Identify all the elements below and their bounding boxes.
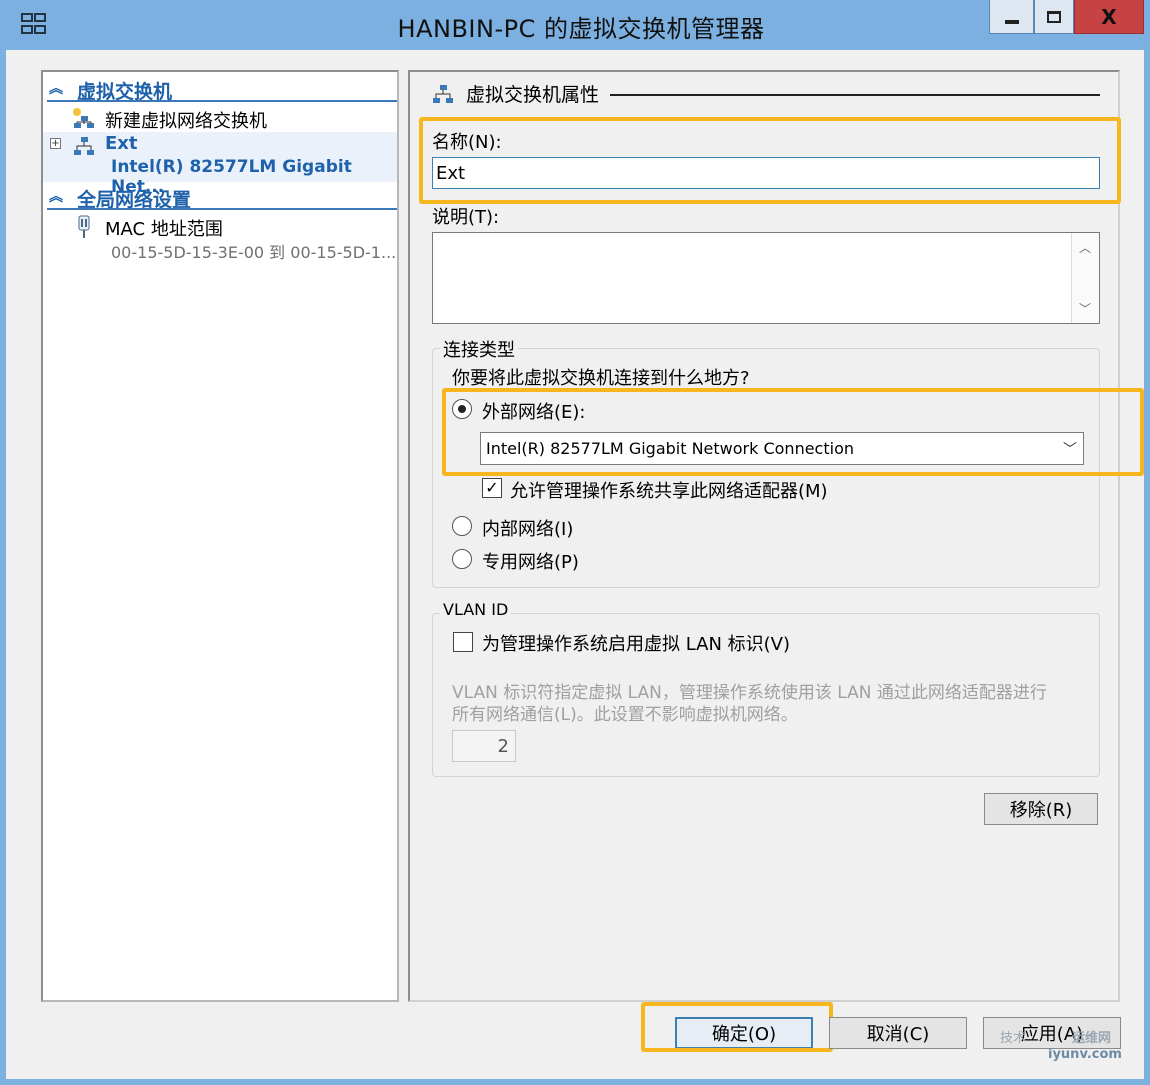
cancel-button[interactable]: 取消(C) [829,1017,967,1049]
connection-question: 你要将此虚拟交换机连接到什么地方? [452,368,750,389]
watermark: 技术 运维网 iyunv.com [1000,1011,1138,1073]
new-switch-icon [73,108,94,128]
external-network-radio[interactable] [452,399,472,419]
allow-management-os-label[interactable]: 允许管理操作系统共享此网络适配器(M) [510,477,828,503]
scroll-down-icon[interactable]: ﹀ [1072,295,1098,321]
tree-item-new-switch[interactable]: 新建虚拟网络交换机 [43,106,397,132]
vlan-id-input[interactable]: 2 [452,730,516,762]
name-input[interactable]: Ext [432,157,1100,189]
mac-range-label: MAC 地址范围 [105,219,223,240]
notes-textarea[interactable]: ︿ ﹀ [432,232,1100,324]
navigation-tree: ︽ 虚拟交换机 新建虚拟网络交换机 + Ext Intel(R) 82577LM… [41,70,399,1002]
name-input-value: Ext [436,163,466,184]
maximize-button[interactable] [1034,0,1074,34]
section-virtual-switches[interactable]: ︽ 虚拟交换机 [47,76,397,103]
section-label: 全局网络设置 [77,189,192,211]
adapter-selected-value: Intel(R) 82577LM Gigabit Network Connect… [486,439,854,458]
section-label: 虚拟交换机 [77,81,173,103]
collapse-chevron-icon[interactable]: ︽ [49,186,63,206]
mac-range-value: 00-15-5D-15-3E-00 到 00-15-5D-1... [111,243,397,262]
watermark-line2: 运维网 [1072,1031,1112,1046]
close-button[interactable]: X [1074,0,1144,34]
tree-item-ext-switch[interactable]: + Ext Intel(R) 82577LM Gigabit Net... [43,132,397,197]
mac-address-icon [78,215,90,238]
private-network-radio[interactable] [452,549,472,569]
connection-type-legend: 连接类型 [440,336,518,362]
notes-scrollbar[interactable]: ︿ ﹀ [1071,233,1099,323]
ext-switch-name: Ext [105,133,138,154]
close-icon: X [1101,4,1117,29]
vlan-id-value: 2 [497,736,509,757]
name-label: 名称(N): [432,132,502,153]
network-switch-icon [433,84,453,103]
group-title-text: 虚拟交换机属性 [466,84,600,106]
ok-button[interactable]: 确定(O) [675,1017,813,1049]
allow-management-os-checkbox[interactable]: ✓ [482,478,502,498]
external-network-label[interactable]: 外部网络(E): [482,398,585,424]
external-adapter-select[interactable]: Intel(R) 82577LM Gigabit Network Connect… [480,432,1084,465]
private-network-label[interactable]: 专用网络(P) [482,548,579,574]
watermark-line1: 技术 [1000,1031,1027,1046]
expand-plus-icon[interactable]: + [50,138,61,149]
enable-vlan-checkbox[interactable] [453,632,473,652]
vlan-id-legend: VLAN ID [440,600,512,619]
internal-network-radio[interactable] [452,516,472,536]
enable-vlan-label[interactable]: 为管理操作系统启用虚拟 LAN 标识(V) [482,630,790,656]
section-global-network[interactable]: ︽ 全局网络设置 [47,184,397,211]
scroll-up-icon[interactable]: ︿ [1072,234,1098,260]
window-title: HANBIN-PC 的虚拟交换机管理器 [397,15,765,43]
notes-label: 说明(T): [432,207,500,228]
minimize-button[interactable] [989,0,1034,34]
group-divider [610,94,1100,96]
vlan-description-line2: 所有网络通信(L)。此设置不影响虚拟机网络。 [452,705,798,725]
chevron-down-icon: ﹀ [1063,442,1077,458]
maximize-icon [1047,10,1061,23]
properties-pane: 虚拟交换机属性 名称(N): Ext 说明(T): ︿ ﹀ 连接类型 你要将此虚… [408,70,1144,1002]
collapse-chevron-icon[interactable]: ︽ [49,78,63,98]
remove-button[interactable]: 移除(R) [984,793,1098,825]
virtual-switch-manager-window: HANBIN-PC 的虚拟交换机管理器 X ︽ 虚拟交换机 新建虚拟网络交换机 [0,0,1150,1085]
tree-item-label: 新建虚拟网络交换机 [105,111,267,132]
minimize-icon [1004,19,1019,24]
title-bar: HANBIN-PC 的虚拟交换机管理器 X [6,0,1150,50]
tree-item-mac-range[interactable]: MAC 地址范围 00-15-5D-15-3E-00 到 00-15-5D-1.… [43,214,397,264]
watermark-line3: iyunv.com [1048,1047,1122,1062]
network-switch-icon [74,137,94,155]
internal-network-label[interactable]: 内部网络(I) [482,515,573,541]
properties-group-title: 虚拟交换机属性 [430,80,599,107]
